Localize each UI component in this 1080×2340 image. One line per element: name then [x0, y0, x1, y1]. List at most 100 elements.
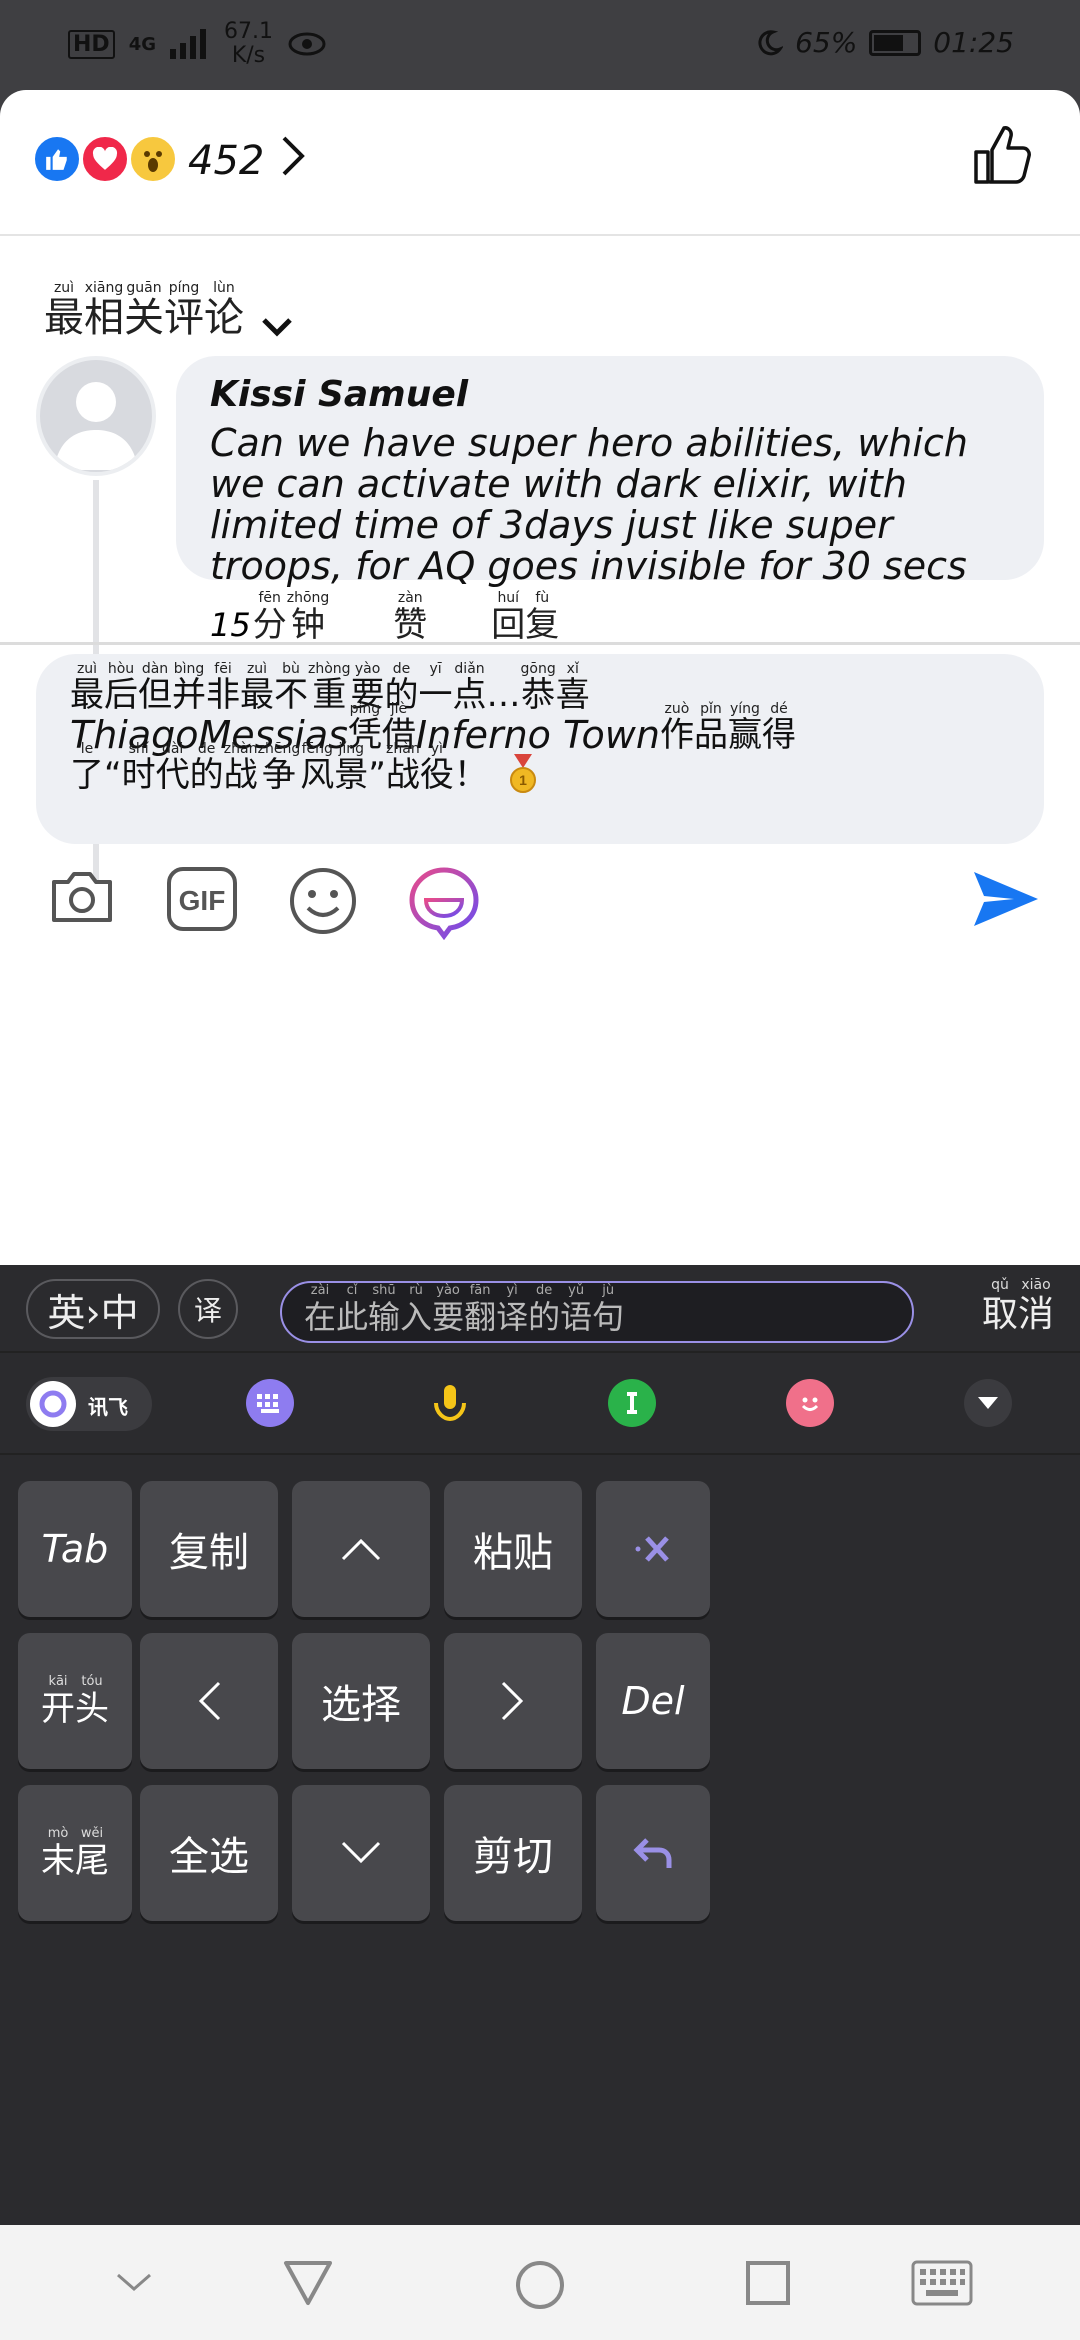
delete-key[interactable]: Del [596, 1633, 710, 1769]
compose-line: zuì 最 hòu 后 dàn 但 bìng 并 fēi 非 zuì 最 bù 不 zhòng 重 yào 要 de… [70, 662, 1010, 715]
copy-key[interactable]: 复制 [140, 1481, 278, 1617]
voice-input-icon[interactable] [426, 1379, 474, 1427]
pinyin: yào [436, 1283, 460, 1298]
back-triangle-icon[interactable] [282, 2259, 334, 2307]
hanzi-with-pinyin: guān 关 [124, 280, 164, 340]
pinyin: zuò [664, 701, 690, 717]
enter-key[interactable] [596, 1785, 710, 1921]
select-key[interactable]: 选择 [292, 1633, 430, 1769]
hanzi: 非 [206, 675, 240, 715]
hanzi-with-pinyin: fēn 分 [253, 590, 287, 644]
pinyin: fù [535, 590, 550, 606]
pinyin: pǐn [700, 701, 722, 717]
signal-indicator: 4G [128, 33, 156, 55]
send-icon[interactable] [970, 866, 1042, 932]
cursor-left-key[interactable] [140, 1633, 278, 1769]
pinyin: bù [282, 661, 300, 677]
hanzi-with-pinyin: le 了 [70, 742, 104, 794]
battery-icon [869, 29, 922, 56]
translate-input[interactable]: zài 在 cǐ 此 shū 输 rù 入 yào 要 fān 翻 yì 译 de 的 yǔ 语 jù 句 [280, 1281, 914, 1343]
select-all-key-label: 全选 [169, 1834, 249, 1880]
comment-author[interactable]: Kissi Samuel [210, 374, 1010, 415]
medal-icon: 1 [509, 754, 536, 793]
emoji-panel-icon[interactable] [786, 1379, 834, 1427]
pinyin: yì [506, 1283, 518, 1298]
cursor-up-key[interactable] [292, 1481, 430, 1617]
hanzi: “ [104, 755, 122, 795]
system-navigation-bar [0, 2225, 1080, 2340]
clear-key[interactable] [596, 1481, 710, 1617]
comment-like-button[interactable]: zàn 赞 [393, 590, 427, 644]
hanzi-with-pinyin: gōng 恭 [521, 662, 556, 714]
hanzi-with-pinyin: yì 役 [420, 742, 454, 794]
pinyin [501, 662, 505, 676]
cursor-down-key[interactable] [292, 1785, 430, 1921]
pinyin: zuì [246, 661, 268, 677]
hide-nav-chevron-icon[interactable] [114, 2271, 154, 2295]
hanzi: 关 [124, 295, 164, 341]
comment-meta: 15 fēn 分 zhōng 钟 zàn 赞 huí 回 fù 复 [210, 590, 559, 644]
ifly-toggle[interactable]: 讯飞 [26, 1377, 152, 1431]
pinyin: yǔ [568, 1283, 585, 1298]
pinyin: zhōng [286, 590, 330, 606]
keyboard-layout-icon[interactable] [246, 1379, 294, 1427]
tab-key[interactable]: Tab [18, 1481, 132, 1617]
comment-input[interactable]: zuì 最 hòu 后 dàn 但 bìng 并 fēi 非 zuì 最 bù 不 zhòng 重 yào 要 de… [36, 654, 1044, 844]
pinyin: xiāo [1021, 1277, 1051, 1293]
moon-icon [758, 29, 784, 55]
sticker-icon[interactable] [408, 866, 480, 940]
hanzi-with-pinyin: zàn 赞 [393, 590, 427, 644]
emoji-icon[interactable] [288, 866, 358, 936]
gif-icon[interactable]: GIF [166, 866, 238, 932]
hanzi: 了 [70, 755, 104, 795]
translate-icon: 译 [193, 1294, 222, 1327]
sort-label: zuì 最 xiāng 相 guān 关 píng 评 lùn 论 [44, 280, 244, 340]
collapse-keyboard-icon[interactable] [964, 1379, 1012, 1427]
hanzi-with-pinyin: rù 入 [400, 1283, 432, 1335]
cursor-edit-icon[interactable] [608, 1379, 656, 1427]
cancel-button[interactable]: qǔ 取 xiāo 消 [982, 1277, 1054, 1337]
hanzi: 输 [368, 1298, 401, 1336]
home-key[interactable]: kāi 开 tóu 头 [18, 1633, 132, 1769]
network-speed: 67.1 K/s [224, 20, 273, 68]
pinyin: wěi [80, 1826, 104, 1841]
sort-selector[interactable]: zuì 最 xiāng 相 guān 关 píng 评 lùn 论 [44, 280, 294, 340]
tab-key-label: Tab [41, 1527, 109, 1571]
select-all-key[interactable]: 全选 [140, 1785, 278, 1921]
hanzi: 此 [336, 1298, 369, 1336]
hanzi-with-pinyin: bìng 并 [172, 662, 206, 714]
hanzi-with-pinyin: zhōng 钟 [287, 590, 330, 644]
delete-key-label: Del [621, 1679, 685, 1723]
love-reaction-icon [80, 134, 130, 184]
comment-reply-button[interactable]: huí 回 fù 复 [491, 590, 559, 644]
ime-toolbar: 讯飞 [0, 1353, 1080, 1455]
pinyin: zhàn [386, 741, 420, 757]
hanzi-with-pinyin: pǐn 品 [694, 702, 728, 754]
hanzi-with-pinyin: dé 得 [762, 702, 796, 754]
home-circle-icon[interactable] [514, 2259, 566, 2311]
translate-button[interactable]: 译 [178, 1279, 238, 1339]
camera-icon[interactable] [48, 866, 116, 926]
paste-key-label: 粘贴 [473, 1530, 553, 1576]
paste-key[interactable]: 粘贴 [444, 1481, 582, 1617]
chevron-right-icon[interactable] [278, 134, 308, 178]
comment-bubble[interactable]: Kissi Samuel Can we have super hero abil… [176, 356, 1044, 587]
ime-top-bar: 英›中 译 zài 在 cǐ 此 shū 输 rù 入 yào 要 fān 翻 yì 译 de 的 yǔ 语 jù 句… [0, 1265, 1080, 1353]
recents-square-icon[interactable] [744, 2259, 792, 2307]
keyboard-switch-icon[interactable] [910, 2259, 974, 2307]
cut-key[interactable]: 剪切 [444, 1785, 582, 1921]
hanzi-with-pinyin: shí 时 [122, 742, 156, 794]
language-toggle[interactable]: 英›中 [26, 1279, 160, 1339]
thumbs-up-icon[interactable] [970, 124, 1032, 186]
hanzi-with-pinyin: jǐng 景 [334, 742, 368, 794]
ifly-logo-icon [39, 1390, 67, 1418]
end-key[interactable]: mò 末 wěi 尾 [18, 1785, 132, 1921]
hanzi-with-pinyin: huí 回 [491, 590, 525, 644]
hanzi: 代 [155, 755, 190, 795]
hanzi: 恭 [521, 675, 556, 715]
avatar[interactable] [36, 356, 156, 476]
reactions-row[interactable]: 452 [0, 90, 1080, 236]
select-key-label: 选择 [321, 1682, 401, 1728]
hanzi: 后 [104, 675, 138, 715]
cursor-right-key[interactable] [444, 1633, 582, 1769]
